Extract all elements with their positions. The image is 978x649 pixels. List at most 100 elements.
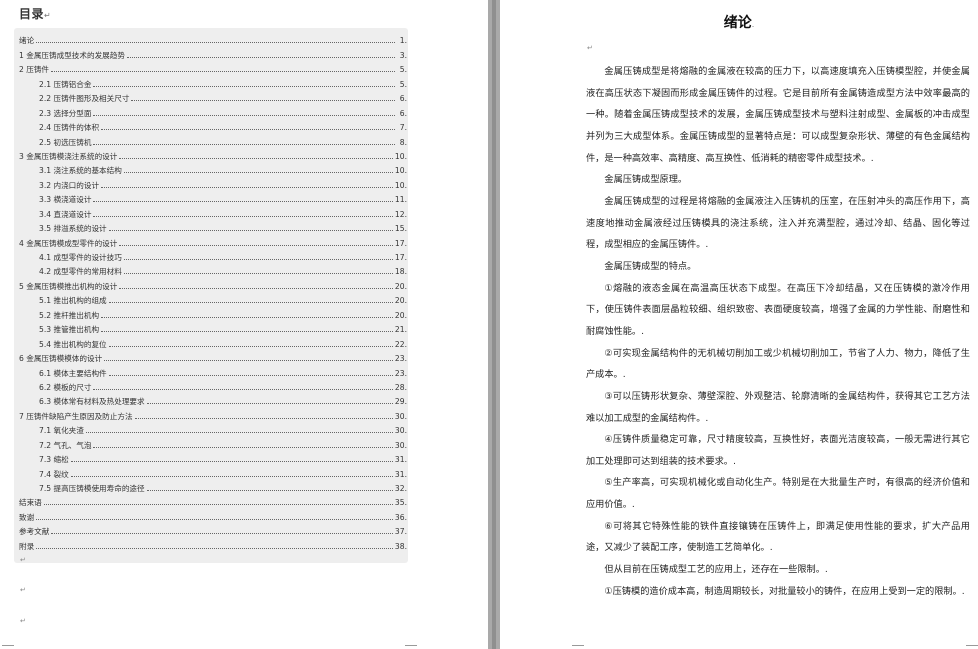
toc-entry-page: 30.	[394, 426, 407, 436]
toc-entry-label: 7.1 氧化夹渣	[39, 426, 84, 436]
toc-entry-page: 11.	[394, 195, 407, 205]
toc-entry-label: 7.4 裂纹	[39, 469, 69, 479]
toc-entry-page: 31.	[394, 469, 407, 479]
toc-entry-page: 5.	[399, 65, 407, 75]
toc-entry[interactable]: 3.2 内浇口的设计 10.	[19, 176, 408, 190]
toc-leader-dots	[108, 302, 393, 304]
toc-entry[interactable]: 致谢 36.	[19, 508, 408, 522]
toc-entry-page: 23.	[394, 354, 407, 364]
toc-entry-label: 3.3 横浇道设计	[39, 195, 92, 205]
toc-leader-dots	[51, 533, 393, 535]
toc-entry-page: 17.	[394, 253, 407, 262]
toc-entry[interactable]: 2 压铸件 5.	[19, 61, 408, 75]
toc-entry-page: 22.	[394, 339, 407, 349]
toc-entry-page: 3.	[399, 50, 407, 60]
page-corner-mark	[572, 645, 584, 646]
paragraph-mark: ↵	[587, 44, 593, 52]
toc-entry[interactable]: 4 金属压铸模成型零件的设计 17.	[19, 234, 408, 248]
toc-entry[interactable]: 绪论 1.	[19, 32, 408, 46]
toc-entry[interactable]: 6 金属压铸模模体的设计 23.	[19, 350, 408, 364]
toc-entry[interactable]: 1 金属压铸成型技术的发展趋势 3.	[19, 46, 408, 60]
toc-entry[interactable]: 6.3 模体常有材料及热处理要求 29.	[19, 393, 408, 407]
toc-entry[interactable]: 2.4 压铸件的体积 7.	[19, 119, 408, 133]
toc-entry-label: 3 金属压铸模浇注系统的设计	[19, 151, 118, 161]
toc-entry[interactable]: 6.2 模板的尺寸 28.	[19, 379, 408, 393]
toc-entry-label: 2.3 选择分型面	[39, 108, 92, 118]
toc-entry[interactable]: 5 金属压铸模推出机构的设计 20.	[19, 277, 408, 291]
toc-entry[interactable]: 5.1 推出机构的组成 20.	[19, 292, 408, 306]
toc-entry[interactable]: 2.5 初选压铸机 8.	[19, 133, 408, 147]
toc-entry[interactable]: 参考文献 37.	[19, 523, 408, 537]
body-paragraph: ⑤生产率高，可实现机械化或自动化生产。特别是在大批量生产时，有很高的经济价值和应…	[586, 477, 970, 511]
toc-leader-dots	[51, 71, 395, 73]
toc-entry[interactable]: 3 金属压铸模浇注系统的设计 10.	[19, 148, 408, 162]
toc-entry[interactable]: 3.4 直浇道设计 12.	[19, 205, 408, 219]
toc-entry-page: 5.	[399, 79, 407, 89]
toc-entry[interactable]: 3.5 排溢系统的设计 15.	[19, 220, 408, 234]
body-paragraph: 金属压铸成型的过程是将熔融的金属液注入压铸机的压室，在压射冲头的高压作用下，高速…	[586, 195, 970, 251]
toc-entry-label: 6.1 模体主要结构件	[39, 368, 107, 378]
body-paragraph: 但从目前在压铸成型工艺的应用上，还存在一些限制。.	[604, 564, 828, 576]
toc-entry[interactable]: 3.3 横浇道设计 11.	[19, 191, 408, 205]
toc-entry[interactable]: 5.3 推管推出机构 21.	[19, 321, 408, 335]
toc-title: 目录↵	[19, 5, 51, 22]
toc-entry-label: 6.3 模体常有材料及热处理要求	[39, 397, 145, 407]
toc-leader-dots	[123, 259, 393, 260]
toc-entry-label: 5.1 推出机构的组成	[39, 296, 107, 306]
toc-leader-dots	[85, 432, 393, 434]
toc-leader-dots	[101, 316, 393, 318]
toc-entry[interactable]: 结束语 35.	[19, 494, 408, 508]
document-title: 绪论.	[500, 12, 978, 32]
paragraph-mark: ↵	[20, 556, 26, 564]
toc-entry-page: 10.	[394, 180, 407, 190]
toc-leader-dots	[126, 56, 395, 58]
toc-entry[interactable]: 5.2 推杆推出机构 20.	[19, 306, 408, 320]
toc-entry-label: 6.2 模板的尺寸	[39, 382, 92, 392]
toc-entry-page: 15.	[394, 224, 407, 234]
toc-entry-page: 36.	[394, 512, 407, 522]
toc-entry[interactable]: 2.3 选择分型面 6.	[19, 104, 408, 118]
toc-leader-dots	[108, 374, 393, 376]
toc-entry-label: 5.3 推管推出机构	[39, 325, 100, 335]
toc-entry[interactable]: 7.5 提高压铸模使用寿命的途径 32.	[19, 480, 408, 494]
toc-entry[interactable]: 6.1 模体主要结构件 23.	[19, 364, 408, 378]
toc-entry[interactable]: 3.1 浇注系统的基本结构 10.	[19, 162, 408, 176]
toc-entry[interactable]: 2.1 压铸铝合金 5.	[19, 75, 408, 89]
toc-page: 目录↵ 绪论 1. 1 金属压铸成型技术的发展趋势 3. 2 压铸件 5. 2.1 压铸铝合…	[0, 0, 488, 649]
document-title-text: 绪论	[723, 15, 752, 31]
paragraph-mark: ↵	[20, 586, 26, 594]
toc-entry[interactable]: 7 压铸件缺陷产生原因及防止方法 30.	[19, 407, 408, 421]
page-corner-mark	[2, 645, 14, 646]
toc-leader-dots	[93, 114, 395, 116]
toc-leader-dots	[119, 244, 393, 246]
toc-leader-dots	[104, 360, 393, 362]
toc-entry[interactable]: 5.4 推出机构的复位 22.	[19, 335, 408, 349]
toc-entry-label: 7.2 气孔、气泡	[39, 440, 92, 450]
toc-entry[interactable]: 7.2 气孔、气泡 30.	[19, 436, 408, 450]
toc-entry[interactable]: 附录 38.	[19, 537, 408, 551]
toc-entry[interactable]: 7.4 裂纹 31.	[19, 465, 408, 479]
body-paragraph: 金属压铸成型原理。	[604, 174, 688, 186]
toc-entry[interactable]: 4.1 成型零件的设计技巧 17.	[19, 249, 408, 263]
toc-entry[interactable]: 2.2 压铸件图形及相关尺寸 6.	[19, 90, 408, 104]
toc-entry-page: 10.	[394, 151, 407, 161]
toc-entry-page: 38.	[394, 541, 407, 551]
toc-entry-label: 4.2 成型零件的常用材料	[39, 267, 122, 277]
toc-entry[interactable]: 7.3 缩松 31.	[19, 451, 408, 465]
page-gutter	[488, 0, 500, 649]
toc-entry-label: 2.2 压铸件图形及相关尺寸	[39, 94, 130, 104]
toc-entry-label: 3.4 直浇道设计	[39, 209, 92, 219]
content-page: 绪论. ↵ 金属压铸成型是将熔融的金属液在较高的压力下，以高速度填充入压铸模型腔…	[500, 0, 978, 649]
toc-entry[interactable]: 7.1 氧化夹渣 30.	[19, 422, 408, 436]
toc-title-text: 目录	[19, 7, 45, 21]
toc-entry[interactable]: 4.2 成型零件的常用材料 18.	[19, 263, 408, 277]
paragraph-mark: .	[751, 20, 755, 29]
toc-entry-label: 2.5 初选压铸机	[39, 137, 92, 147]
toc-entry-page: 20.	[394, 310, 407, 320]
toc-leader-dots	[43, 504, 393, 506]
toc-entry-page: 1.	[399, 36, 407, 46]
toc-leader-dots	[108, 345, 393, 347]
toc-entry-label: 6 金属压铸模模体的设计	[19, 354, 103, 364]
toc-entry-page: 30.	[394, 440, 407, 450]
toc-entry-page: 18.	[394, 267, 407, 277]
